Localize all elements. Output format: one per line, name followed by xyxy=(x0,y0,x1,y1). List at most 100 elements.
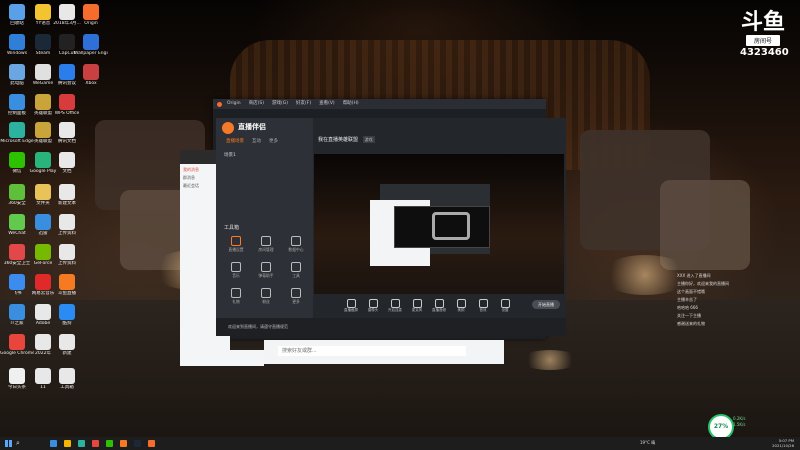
desktop-icon[interactable]: 斗鱼直播 xyxy=(50,274,84,296)
taskbar-app-icon[interactable] xyxy=(120,440,127,447)
chat-message: 感谢送来的礼物 xyxy=(677,321,705,326)
desktop-icon[interactable]: 工具箱 xyxy=(50,368,84,390)
control-icon xyxy=(412,299,422,308)
room-title[interactable]: 我在直播英雄联盟 xyxy=(318,137,358,143)
tab-scene[interactable]: 直播场景 xyxy=(226,138,244,144)
app-icon xyxy=(59,152,75,168)
chat-message: 哈哈哈 666 xyxy=(677,305,698,310)
streamer-avatar[interactable] xyxy=(222,122,234,134)
tool-label: 粉丝 xyxy=(262,299,270,304)
streamer-main: 我在直播英雄联盟 游戏 直播截屏 摄像头 开启连麦 麦克风 直播音频 美颜 音效 设置 开始直… xyxy=(314,118,566,336)
taskbar-app-icon[interactable] xyxy=(148,440,155,447)
taskbar-app-icon[interactable] xyxy=(50,440,57,447)
origin-titlebar[interactable]: Origin 商店(S) 游戏(G) 好友(F) 查看(V) 帮助(H) xyxy=(213,99,546,109)
douyu-logo-mark: 斗鱼 xyxy=(740,10,785,35)
tab-interact[interactable]: 互动 xyxy=(252,138,261,144)
start-windows-icon[interactable] xyxy=(5,440,12,447)
tab-more[interactable]: 更多 xyxy=(269,138,278,144)
control-button[interactable]: 麦克风 xyxy=(406,299,428,313)
desktop-icon[interactable]: 上传资料 xyxy=(50,214,84,236)
app-icon xyxy=(83,64,99,80)
taskbar-app-icon[interactable] xyxy=(106,440,113,447)
tool-label: 礼物 xyxy=(232,299,240,304)
tool-icon xyxy=(231,288,241,298)
control-button[interactable]: 直播音频 xyxy=(428,299,450,313)
desktop-icon[interactable]: 新建 xyxy=(50,334,84,356)
toolbox-tool[interactable]: 数据中心 xyxy=(282,236,310,253)
desktop-icon[interactable]: 文档 xyxy=(50,152,84,174)
weather-text[interactable]: 19°C 晴 xyxy=(640,440,655,446)
control-icon xyxy=(478,299,488,308)
app-icon xyxy=(9,244,25,260)
desktop-icon[interactable]: 酷狗 xyxy=(50,304,84,326)
app-icon xyxy=(9,122,25,138)
toolbox-title: 工具箱 xyxy=(224,225,240,231)
app-icon xyxy=(59,304,75,320)
control-icon xyxy=(346,299,356,308)
clock-date: 2021/10/26 xyxy=(772,443,794,448)
desktop-icon[interactable]: 新建文本 xyxy=(50,184,84,206)
room-category-badge[interactable]: 游戏 xyxy=(362,136,375,143)
control-button[interactable]: 摄像头 xyxy=(362,299,384,313)
desktop-icon-label: 上传资料 xyxy=(58,231,76,236)
tool-icon xyxy=(231,236,241,246)
toolbox-tool[interactable]: 礼物 xyxy=(222,288,250,305)
desktop-icon[interactable]: 腾讯文档 xyxy=(50,122,84,144)
taskbar-search-icon[interactable]: ⌕ xyxy=(16,439,20,448)
desktop-icon-label: 腾讯文档 xyxy=(58,139,76,144)
toolbox-tool[interactable]: 直播设置 xyxy=(222,236,250,253)
app-icon xyxy=(35,274,51,290)
app-icon xyxy=(9,4,25,20)
app-icon xyxy=(9,274,25,290)
desktop-icon[interactable]: 上传资料 xyxy=(50,244,84,266)
toolbox-tool[interactable]: 弹幕助手 xyxy=(252,262,280,279)
origin-menu-store[interactable]: 商店(S) xyxy=(249,99,264,109)
toolbox-tool[interactable]: 工具 xyxy=(282,262,310,279)
origin-menu-help[interactable]: 帮助(H) xyxy=(343,99,359,109)
desktop-icon[interactable]: Origin xyxy=(74,4,108,26)
toolbox-tool[interactable]: 音乐 xyxy=(222,262,250,279)
chat-message: 这个画面不错哦 xyxy=(677,289,705,294)
tool-icon xyxy=(291,288,301,298)
origin-menu-games[interactable]: 游戏(G) xyxy=(272,99,288,109)
tool-label: 更多 xyxy=(292,299,300,304)
desktop-icon[interactable]: Xbox xyxy=(74,64,108,86)
taskbar-app-icon[interactable] xyxy=(134,440,141,447)
desktop-icon[interactable]: Wallpaper Engine xyxy=(74,34,108,56)
origin-title: Origin xyxy=(227,101,241,106)
live-chat-overlay: XXX 进入了直播间 主播你好，欢迎来我的直播间 这个画面不错哦 主播辛苦了 哈哈哈 6… xyxy=(677,272,787,328)
toolbox-tool[interactable]: 粉丝 xyxy=(252,288,280,305)
toolbox-tool[interactable]: 房间管理 xyxy=(252,236,280,253)
taskbar: ⌕ 19°C 晴 5:07 PM 2021/10/26 xyxy=(0,437,800,450)
app-icon xyxy=(35,34,51,50)
origin-menu-view[interactable]: 查看(V) xyxy=(319,99,335,109)
desktop-icon-label: 工具箱 xyxy=(60,385,74,390)
control-button[interactable]: 美颜 xyxy=(450,299,472,313)
control-button[interactable]: 开启连麦 xyxy=(384,299,406,313)
stream-preview[interactable] xyxy=(314,154,564,294)
system-clock[interactable]: 5:07 PM 2021/10/26 xyxy=(772,438,794,448)
control-icon xyxy=(456,299,466,308)
streamer-footer: 欢迎来到直播间，请遵守直播规范 xyxy=(216,318,566,336)
app-icon xyxy=(59,214,75,230)
streamer-window[interactable]: 直播伴侣 直播场景 互动 更多 场景1 工具箱 直播设置 房间管理 数据中心 音乐 弹幕… xyxy=(216,118,566,336)
scene-item[interactable]: 场景1 xyxy=(224,152,236,158)
app-icon xyxy=(9,214,25,230)
app-icon xyxy=(9,64,25,80)
control-label: 摄像头 xyxy=(367,308,379,312)
desktop-icon[interactable]: WPS Office xyxy=(50,94,84,116)
control-button[interactable]: 设置 xyxy=(494,299,516,313)
control-button[interactable]: 直播截屏 xyxy=(340,299,362,313)
download-speed: 1.5K/s xyxy=(733,422,746,427)
app-icon xyxy=(9,304,25,320)
control-label: 麦克风 xyxy=(411,308,423,312)
taskbar-app-icon[interactable] xyxy=(64,440,71,447)
taskbar-app-icon[interactable] xyxy=(78,440,85,447)
taskbar-app-icon[interactable] xyxy=(92,440,99,447)
chat-search-input[interactable] xyxy=(278,346,466,356)
start-live-button[interactable]: 开始直播 xyxy=(532,300,560,309)
control-button[interactable]: 音效 xyxy=(472,299,494,313)
origin-menu-friends[interactable]: 好友(F) xyxy=(296,99,311,109)
toolbox-tool[interactable]: 更多 xyxy=(282,288,310,305)
streamer-sidebar: 直播伴侣 直播场景 互动 更多 场景1 工具箱 直播设置 房间管理 数据中心 音乐 弹幕… xyxy=(216,118,313,336)
